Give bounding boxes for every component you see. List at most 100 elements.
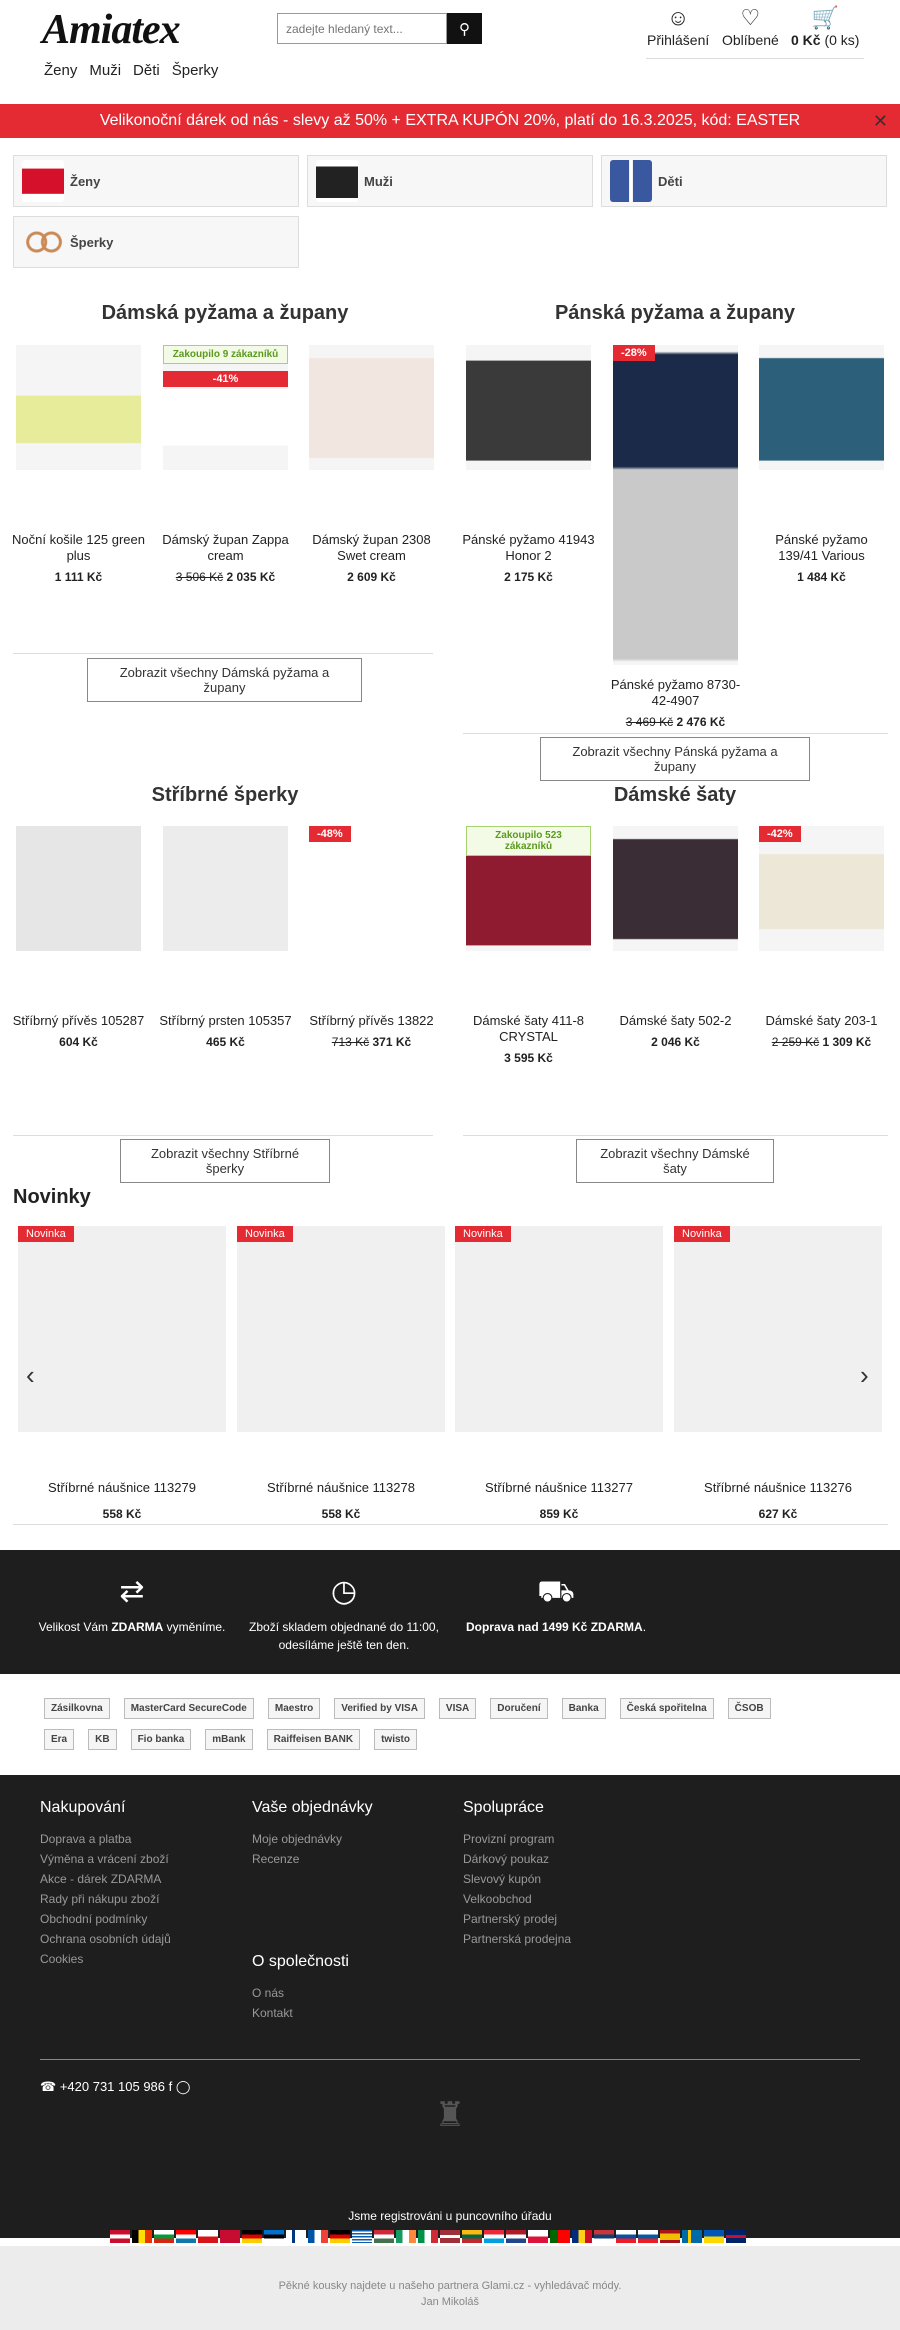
close-icon[interactable]: ✕ bbox=[873, 104, 888, 138]
product-card[interactable]: -28% Pánské pyžamo 8730-42-4907 3 469 Kč… bbox=[608, 345, 743, 729]
footer-link[interactable]: Výměna a vrácení zboží bbox=[40, 1849, 171, 1869]
show-all-silver-button[interactable]: Zobrazit všechny Stříbrné šperky bbox=[120, 1139, 330, 1183]
product-image[interactable]: Zakoupilo 9 zákazníků -41% bbox=[163, 345, 288, 470]
footer-link[interactable]: Doprava a platba bbox=[40, 1829, 171, 1849]
footer-link[interactable]: Cookies bbox=[40, 1949, 171, 1969]
product-name[interactable]: Noční košile 125 green plus bbox=[11, 532, 146, 564]
footer-link[interactable]: O nás bbox=[252, 1983, 349, 2003]
flag-icon[interactable] bbox=[374, 2230, 394, 2243]
product-name[interactable]: Stříbrné náušnice 113278 bbox=[237, 1480, 445, 1495]
flag-icon[interactable] bbox=[418, 2230, 438, 2243]
flag-icon[interactable] bbox=[484, 2230, 504, 2243]
product-image[interactable]: Zakoupilo 523 zákazníků bbox=[466, 826, 591, 951]
flag-icon[interactable] bbox=[264, 2230, 284, 2243]
product-card[interactable]: Pánské pyžamo 41943 Honor 2 2 175 Kč bbox=[461, 345, 596, 584]
flag-icon[interactable] bbox=[550, 2230, 570, 2243]
novinky-item[interactable]: Novinka Stříbrné náušnice 113276 627 Kč bbox=[674, 1226, 882, 1521]
show-all-dresses-button[interactable]: Zobrazit všechny Dámské šaty bbox=[576, 1139, 774, 1183]
product-image[interactable]: -28% bbox=[613, 345, 738, 665]
product-image[interactable]: -42% bbox=[759, 826, 884, 951]
product-image[interactable] bbox=[759, 345, 884, 470]
flag-icon[interactable] bbox=[462, 2230, 482, 2243]
flag-icon[interactable] bbox=[352, 2230, 372, 2243]
flag-icon[interactable] bbox=[396, 2230, 416, 2243]
flag-icon[interactable] bbox=[594, 2230, 614, 2243]
product-name[interactable]: Stříbrný přívěs 13822 bbox=[304, 1013, 439, 1029]
footer-link[interactable]: Kontakt bbox=[252, 2003, 349, 2023]
flag-icon[interactable] bbox=[154, 2230, 174, 2243]
product-card[interactable]: Dámský župan 2308 Swet cream 2 609 Kč bbox=[304, 345, 439, 584]
flag-icon[interactable] bbox=[242, 2230, 262, 2243]
product-image[interactable]: Novinka bbox=[237, 1226, 445, 1432]
search-button[interactable]: ⚲ bbox=[447, 13, 482, 44]
flag-icon[interactable] bbox=[682, 2230, 702, 2243]
product-name[interactable]: Dámské šaty 411-8 CRYSTAL bbox=[461, 1013, 596, 1045]
nav-jewelry[interactable]: Šperky bbox=[172, 62, 219, 79]
footer-link[interactable]: Recenze bbox=[252, 1849, 373, 1869]
footer-phone[interactable]: ☎ +420 731 105 986 f ◯ bbox=[40, 2079, 190, 2095]
footer-link[interactable]: Moje objednávky bbox=[252, 1829, 373, 1849]
instagram-icon[interactable]: ◯ bbox=[176, 2079, 191, 2094]
flag-icon[interactable] bbox=[506, 2230, 526, 2243]
category-women[interactable]: Ženy bbox=[13, 155, 299, 207]
search-input[interactable] bbox=[277, 13, 447, 44]
flag-icon[interactable] bbox=[660, 2230, 680, 2243]
novinky-item[interactable]: Novinka Stříbrné náušnice 113279 558 Kč bbox=[18, 1226, 226, 1521]
product-name[interactable]: Dámské šaty 203-1 bbox=[754, 1013, 889, 1029]
nav-women[interactable]: Ženy bbox=[44, 62, 77, 79]
footer-link[interactable]: Slevový kupón bbox=[463, 1869, 571, 1889]
logo[interactable]: Amiatex bbox=[42, 6, 181, 54]
product-image[interactable] bbox=[16, 345, 141, 470]
category-jewelry[interactable]: Šperky bbox=[13, 216, 299, 268]
flag-icon[interactable] bbox=[726, 2230, 746, 2243]
product-card[interactable]: Pánské pyžamo 139/41 Various 1 484 Kč bbox=[754, 345, 889, 584]
product-card[interactable]: Zakoupilo 9 zákazníků -41% Dámský župan … bbox=[158, 345, 293, 584]
show-all-men-pyjamas-button[interactable]: Zobrazit všechny Pánská pyžama a župany bbox=[540, 737, 810, 781]
product-card[interactable]: Noční košile 125 green plus 1 111 Kč bbox=[11, 345, 146, 584]
flag-icon[interactable] bbox=[176, 2230, 196, 2243]
favorites-link[interactable]: ♡ Oblíbené bbox=[722, 4, 779, 48]
product-card[interactable]: -42% Dámské šaty 203-1 2 259 Kč 1 309 Kč bbox=[754, 826, 889, 1049]
product-name[interactable]: Pánské pyžamo 8730-42-4907 bbox=[608, 677, 743, 709]
flag-icon[interactable] bbox=[132, 2230, 152, 2243]
footer-link[interactable]: Rady při nákupu zboží bbox=[40, 1889, 171, 1909]
product-name[interactable]: Stříbrný přívěs 105287 bbox=[11, 1013, 146, 1029]
product-name[interactable]: Dámský župan Zappa cream bbox=[158, 532, 293, 564]
promo-bar[interactable]: Velikonoční dárek od nás - slevy až 50% … bbox=[0, 104, 900, 138]
product-card[interactable]: Dámské šaty 502-2 2 046 Kč bbox=[608, 826, 743, 1049]
footer-link[interactable]: Velkoobchod bbox=[463, 1889, 571, 1909]
product-image[interactable]: -48% bbox=[309, 826, 434, 951]
product-name[interactable]: Dámský župan 2308 Swet cream bbox=[304, 532, 439, 564]
flag-icon[interactable] bbox=[528, 2230, 548, 2243]
footer-link[interactable]: Partnerský prodej bbox=[463, 1909, 571, 1929]
show-all-women-pyjamas-button[interactable]: Zobrazit všechny Dámská pyžama a župany bbox=[87, 658, 362, 702]
product-name[interactable]: Stříbrné náušnice 113276 bbox=[674, 1480, 882, 1495]
partner-text[interactable]: Pěkné kousky najdete u našeho partnera G… bbox=[0, 2278, 900, 2294]
footer-link[interactable]: Ochrana osobních údajů bbox=[40, 1929, 171, 1949]
novinky-item[interactable]: Novinka Stříbrné náušnice 113278 558 Kč bbox=[237, 1226, 445, 1521]
nav-kids[interactable]: Děti bbox=[133, 62, 160, 79]
footer-link[interactable]: Obchodní podmínky bbox=[40, 1909, 171, 1929]
footer-link[interactable]: Dárkový poukaz bbox=[463, 1849, 571, 1869]
flag-icon[interactable] bbox=[440, 2230, 460, 2243]
flag-icon[interactable] bbox=[572, 2230, 592, 2243]
footer-link[interactable]: Provizní program bbox=[463, 1829, 571, 1849]
product-image[interactable]: Novinka bbox=[455, 1226, 663, 1432]
product-card[interactable]: Zakoupilo 523 zákazníků Dámské šaty 411-… bbox=[461, 826, 596, 1065]
product-name[interactable]: Dámské šaty 502-2 bbox=[608, 1013, 743, 1029]
nav-men[interactable]: Muži bbox=[89, 62, 121, 79]
carousel-next-icon[interactable]: › bbox=[860, 1360, 869, 1391]
product-image[interactable] bbox=[163, 826, 288, 951]
flag-icon[interactable] bbox=[704, 2230, 724, 2243]
flag-icon[interactable] bbox=[110, 2230, 130, 2243]
product-name[interactable]: Stříbrný prsten 105357 bbox=[158, 1013, 293, 1029]
product-name[interactable]: Stříbrné náušnice 113277 bbox=[455, 1480, 663, 1495]
flag-icon[interactable] bbox=[638, 2230, 658, 2243]
product-image[interactable] bbox=[16, 826, 141, 951]
flag-icon[interactable] bbox=[616, 2230, 636, 2243]
facebook-icon[interactable]: f bbox=[169, 2079, 173, 2094]
category-men[interactable]: Muži bbox=[307, 155, 593, 207]
product-card[interactable]: Stříbrný přívěs 105287 604 Kč bbox=[11, 826, 146, 1049]
flag-icon[interactable] bbox=[330, 2230, 350, 2243]
product-image[interactable]: Novinka bbox=[674, 1226, 882, 1432]
